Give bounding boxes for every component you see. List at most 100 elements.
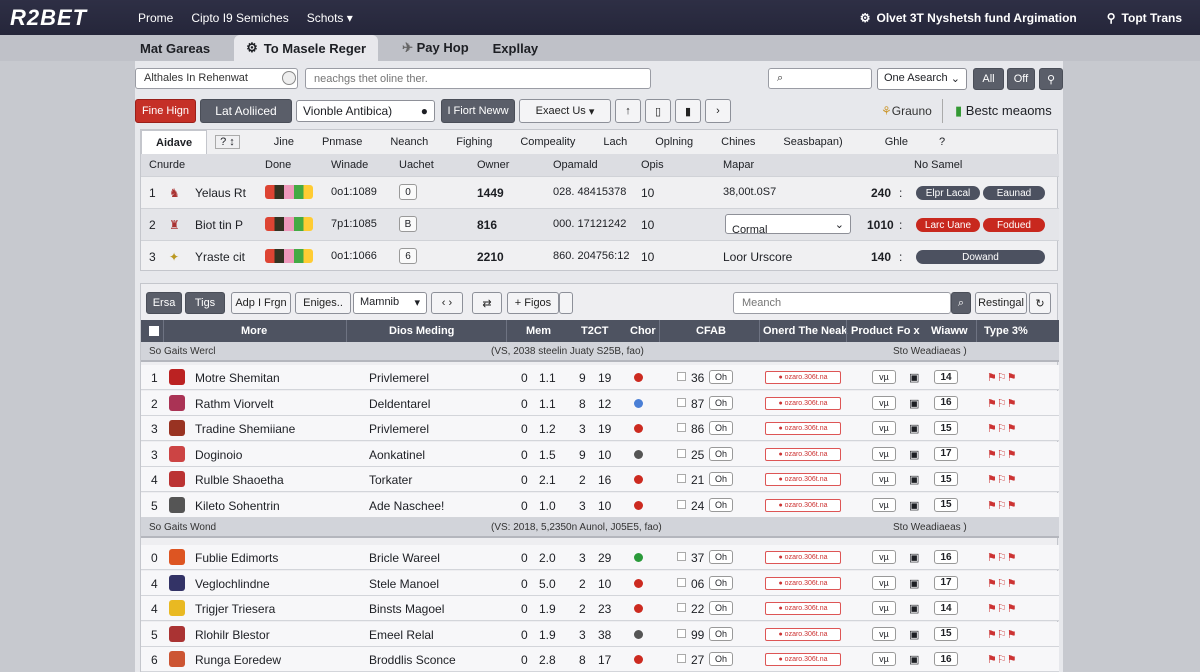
view-count[interactable]: 16 <box>934 550 958 564</box>
tigs-button[interactable]: Tigs <box>185 292 225 314</box>
row-checkbox[interactable] <box>677 577 686 587</box>
oh-button[interactable]: Oh <box>709 652 733 666</box>
lane-pill[interactable]: Larc Uane <box>916 218 980 232</box>
tick-button[interactable]: ᴠµ <box>872 472 896 486</box>
refresh-icon[interactable]: ↻ <box>1029 292 1051 314</box>
best-link[interactable]: ▮ Bestc meaoms <box>955 103 1052 119</box>
fed-pill[interactable]: Fodued <box>983 218 1045 232</box>
tick-button[interactable]: ᴠµ <box>872 497 896 512</box>
flags-icon[interactable]: ⚑⚐⚑ <box>987 473 1017 486</box>
col-type[interactable]: Type 3% <box>984 325 1028 337</box>
save-button[interactable]: ▮ <box>675 99 701 123</box>
view-count[interactable]: 16 <box>934 652 958 666</box>
tick-button[interactable]: ᴠµ <box>872 601 896 615</box>
row-checkbox[interactable] <box>677 448 686 458</box>
row-checkbox[interactable] <box>677 397 686 407</box>
all-button[interactable]: All <box>973 68 1004 90</box>
col-chor[interactable]: Chor <box>630 325 656 337</box>
flags-icon[interactable]: ⚑⚐⚑ <box>987 448 1017 461</box>
lock-icon[interactable]: ▣ <box>909 551 919 564</box>
row-checkbox[interactable] <box>677 423 686 432</box>
tick-button[interactable]: ᴠµ <box>872 395 896 410</box>
lock-icon[interactable]: ▣ <box>909 448 919 461</box>
col-cfab[interactable]: CFAB <box>696 325 726 337</box>
row-checkbox[interactable] <box>677 603 686 612</box>
select-all-checkbox[interactable] <box>149 326 159 336</box>
col-nosamel[interactable]: No Samel <box>914 159 962 171</box>
download-pill[interactable]: Dowand <box>916 250 1045 264</box>
oh-button[interactable]: Oh <box>709 497 733 512</box>
odds-tag[interactable]: ● ozaro.306t.na <box>765 627 841 641</box>
more-button[interactable] <box>559 292 573 314</box>
tab-seasbapan[interactable]: Seasbapan) <box>769 136 856 148</box>
tab-ghle[interactable]: Ghle ? <box>857 136 973 148</box>
subnav-active[interactable]: ⚙ To Masele Reger <box>234 35 379 61</box>
flags-icon[interactable]: ⚑⚐⚑ <box>987 422 1017 435</box>
col-owner[interactable]: Owner <box>477 159 509 171</box>
flags-icon[interactable]: ⚑⚐⚑ <box>987 602 1017 615</box>
col-mapar[interactable]: Mapar <box>723 159 754 171</box>
subnav-explay[interactable]: Expllay <box>493 41 539 56</box>
view-count[interactable]: 17 <box>934 575 958 590</box>
eniges-button[interactable]: Eniges.. <box>295 292 351 314</box>
lock-icon[interactable]: ▣ <box>909 577 919 590</box>
lock-icon[interactable]: ▣ <box>909 653 919 666</box>
tick-button[interactable]: ᴠµ <box>872 421 896 435</box>
tab-fighing[interactable]: Fighing <box>442 136 506 148</box>
odds-tag[interactable]: ● ozaro.306t.na <box>765 551 841 564</box>
mapar-select[interactable]: Cormal ⌄ <box>725 214 851 236</box>
tab-jine[interactable]: Jine <box>260 136 308 148</box>
tab-neanch[interactable]: Neanch <box>376 136 442 148</box>
resting-button[interactable]: Restingal <box>975 292 1027 314</box>
odds-tag[interactable]: ● ozaro.306t.na <box>765 473 841 486</box>
tick-button[interactable]: ᴠµ <box>872 370 896 384</box>
group-header[interactable]: So Gaits Wond (VS: 2018, 5,2350n Aunol, J… <box>141 518 1059 538</box>
search-select[interactable]: One Asearch ⌄ <box>877 68 967 90</box>
col-onerd[interactable]: Onerd The Neak <box>763 325 847 337</box>
flags-icon[interactable]: ⚑⚐⚑ <box>987 577 1017 590</box>
col-product[interactable]: Product <box>851 325 893 337</box>
tick-button[interactable]: ᴠµ <box>872 575 896 590</box>
lock-icon[interactable]: ▣ <box>909 473 919 486</box>
table-row[interactable]: 0 Fublie Edimorts Bricle Wareel 0 2.0 3 29 37 Oh… <box>141 545 1059 570</box>
col-winade[interactable]: Winade <box>331 159 368 171</box>
ersa-button[interactable]: Ersa <box>146 292 182 314</box>
row-checkbox[interactable] <box>677 499 686 509</box>
flags-icon[interactable]: ⚑⚐⚑ <box>987 551 1017 564</box>
tab-aidave[interactable]: Aidave <box>141 130 208 154</box>
row-checkbox[interactable] <box>677 552 686 561</box>
tab-oplning[interactable]: Oplning <box>641 136 707 148</box>
odds-tag[interactable]: ● ozaro.306t.na <box>765 653 841 666</box>
table-row[interactable]: 5 Rlohilr Blestor Emeel Relal 0 1.9 3 38 99 Oh ● … <box>141 621 1059 647</box>
table-row[interactable]: 3 Tradine Shemiiane Privlemerel 0 1.2 3 19 86 Oh… <box>141 416 1059 441</box>
figos-button[interactable]: + Figos <box>507 292 559 314</box>
col-wiaww[interactable]: Wiaww <box>931 325 968 337</box>
flags-icon[interactable]: ⚑⚐⚑ <box>987 371 1017 384</box>
oh-button[interactable]: Oh <box>709 370 733 384</box>
view-count[interactable]: 15 <box>934 472 958 486</box>
viewable-select[interactable]: Vionble Antibica) ● <box>296 100 435 122</box>
lock-icon[interactable]: ▣ <box>909 602 919 615</box>
filter-field[interactable]: Althales In Rehenwat <box>135 68 298 89</box>
badge[interactable]: 0 <box>399 184 417 200</box>
col-opis[interactable]: Opis <box>641 159 664 171</box>
lock-icon[interactable]: ▣ <box>909 371 919 384</box>
lock-icon[interactable]: ▣ <box>909 499 919 512</box>
view-count[interactable]: 14 <box>934 370 958 384</box>
search-icon[interactable]: ⌕ <box>768 68 872 89</box>
next-button[interactable]: › <box>705 99 731 123</box>
search-input[interactable] <box>305 68 651 89</box>
col-more[interactable]: More <box>241 325 267 337</box>
table-row[interactable]: 3 ✦ Yraste cit 0o1:1066 6 2210 860. 2047… <box>141 240 1059 272</box>
col-uachet[interactable]: Uachet <box>399 159 434 171</box>
app-logo[interactable]: R2BET <box>10 5 138 31</box>
add-from-button[interactable]: Adp I Frgn <box>231 292 291 314</box>
expand-button[interactable]: ⇄ <box>472 292 502 314</box>
flags-icon[interactable]: ⚑⚐⚑ <box>987 628 1017 641</box>
row-checkbox[interactable] <box>677 628 686 638</box>
lock-icon[interactable]: ▣ <box>909 628 919 641</box>
badge[interactable]: 6 <box>399 248 417 264</box>
table-row[interactable]: 3 Doginoio Aonkatinel 0 1.5 9 10 25 Oh ● ozaro.30… <box>141 441 1059 467</box>
table-row[interactable]: 2 ♜ Biot tin P 7p1:1085 B 816 000. 17121… <box>141 208 1059 240</box>
flags-icon[interactable]: ⚑⚐⚑ <box>987 653 1017 666</box>
